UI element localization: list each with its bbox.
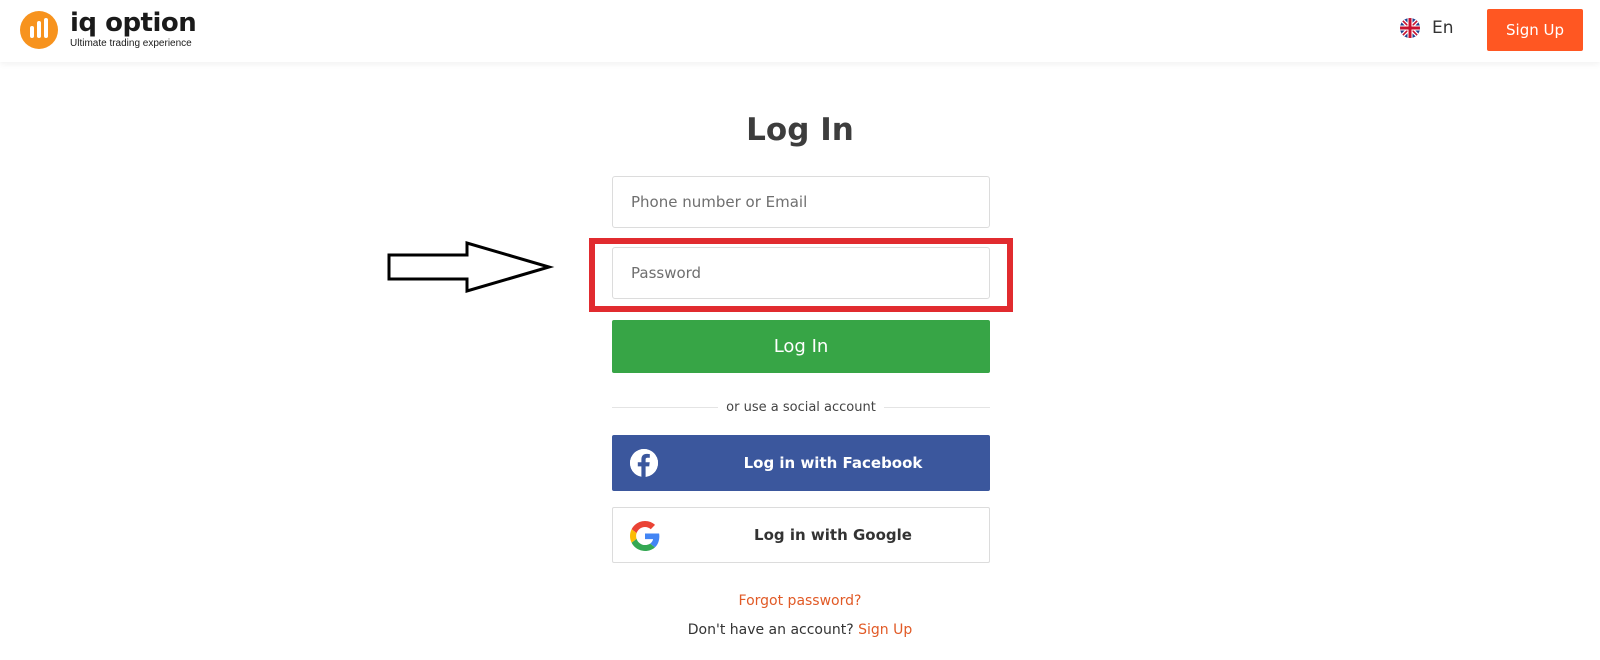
language-selector[interactable]: En [1400, 18, 1454, 38]
password-field[interactable] [612, 247, 990, 299]
forgot-password-link[interactable]: Forgot password? [0, 593, 1600, 609]
iq-option-logo-icon [20, 11, 58, 49]
top-header: iq option Ultimate trading experience En… [0, 0, 1600, 62]
signup-link[interactable]: Sign Up [858, 622, 912, 638]
divider-text: or use a social account [726, 399, 876, 415]
facebook-login-button[interactable]: Log in with Facebook [612, 435, 990, 491]
google-login-button[interactable]: Log in with Google [612, 507, 990, 563]
arrow-icon [387, 240, 555, 294]
signup-button[interactable]: Sign Up [1487, 9, 1583, 51]
email-field[interactable] [612, 176, 990, 228]
page-title: Log In [746, 112, 854, 148]
no-account-row: Don't have an account? Sign Up [0, 622, 1600, 638]
logo-name: iq option [70, 8, 197, 38]
google-icon [630, 521, 660, 551]
no-account-text: Don't have an account? [687, 622, 854, 638]
logo-tagline: Ultimate trading experience [70, 38, 192, 49]
google-button-label: Log in with Google [754, 526, 912, 544]
social-divider: or use a social account [612, 397, 991, 417]
logo[interactable]: iq option Ultimate trading experience [20, 8, 197, 50]
login-page: iq option Ultimate trading experience En… [0, 0, 1600, 660]
facebook-icon [630, 449, 658, 477]
facebook-button-label: Log in with Facebook [743, 454, 923, 472]
login-button[interactable]: Log In [612, 320, 990, 373]
uk-flag-icon [1400, 18, 1420, 38]
language-label: En [1432, 18, 1454, 38]
